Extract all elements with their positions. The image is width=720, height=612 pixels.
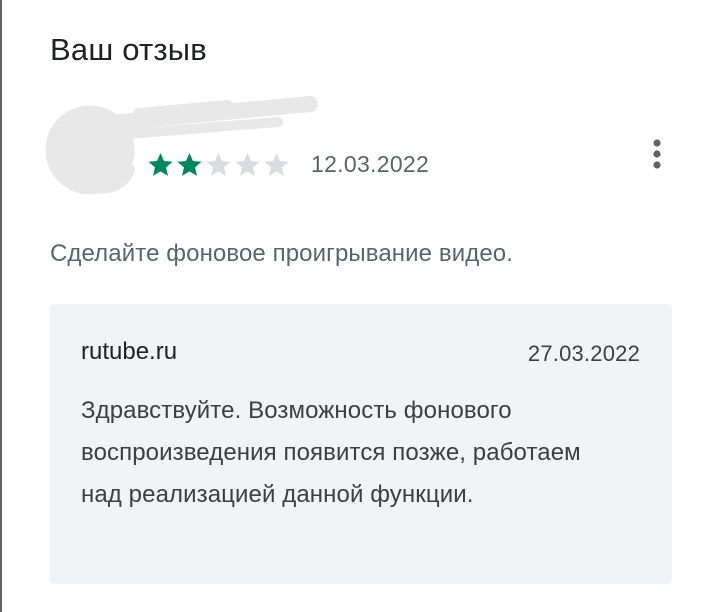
developer-reply: rutube.ru 27.03.2022 Здравствуйте. Возмо…: [50, 304, 672, 584]
reply-text: Здравствуйте. Возможность фонового воспр…: [81, 397, 581, 508]
left-edge-divider: [0, 0, 2, 612]
star-empty-icon: [235, 152, 260, 176]
more-options-button[interactable]: [640, 132, 674, 176]
more-vert-icon: [653, 139, 661, 169]
star-empty-icon: [206, 152, 231, 176]
review-text: Сделайте фоновое проигрывание видео.: [50, 240, 513, 267]
reply-author: rutube.ru: [81, 338, 178, 365]
redacted-author-info: [45, 96, 318, 195]
star-filled-icon: [177, 152, 202, 176]
star-filled-icon: [148, 152, 173, 176]
rating-row: 12.03.2022: [146, 146, 429, 182]
star-rating: [146, 150, 291, 179]
section-title: Ваш отзыв: [50, 32, 207, 67]
reply-date: 27.03.2022: [527, 341, 640, 366]
star-empty-icon: [264, 152, 289, 176]
review-date: 12.03.2022: [311, 150, 430, 177]
